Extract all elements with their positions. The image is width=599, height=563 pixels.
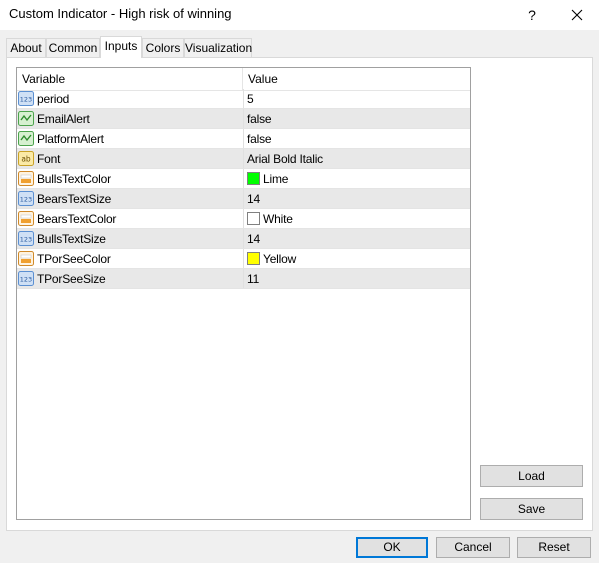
- tab-about[interactable]: About: [6, 38, 46, 57]
- color-swatch: [247, 172, 260, 185]
- value-cell[interactable]: White: [243, 209, 470, 228]
- variable-value: Lime: [263, 172, 289, 186]
- grid-header: Variable Value: [17, 68, 470, 91]
- help-button[interactable]: ?: [510, 2, 554, 28]
- table-row[interactable]: BullsTextColor Lime: [17, 169, 470, 189]
- color-icon: [18, 211, 34, 226]
- variable-cell[interactable]: 123 TPorSeeSize: [17, 269, 242, 288]
- window-title: Custom Indicator - High risk of winning: [9, 6, 232, 21]
- variable-name: BullsTextSize: [37, 232, 106, 246]
- table-row[interactable]: BearsTextColor White: [17, 209, 470, 229]
- variable-name: PlatformAlert: [37, 132, 104, 146]
- int-icon: 123: [18, 91, 34, 106]
- svg-text:ab: ab: [21, 155, 31, 164]
- save-button[interactable]: Save: [480, 498, 583, 520]
- variable-value: Arial Bold Italic: [247, 152, 323, 166]
- variable-cell[interactable]: TPorSeeColor: [17, 249, 242, 268]
- string-icon: ab: [18, 151, 34, 166]
- int-icon: 123: [18, 191, 34, 206]
- color-icon: [18, 171, 34, 186]
- variable-cell[interactable]: ab Font: [17, 149, 242, 168]
- close-button[interactable]: [555, 2, 599, 28]
- tab-common[interactable]: Common: [46, 38, 100, 57]
- variable-name: BullsTextColor: [37, 172, 111, 186]
- value-cell[interactable]: Yellow: [243, 249, 470, 268]
- value-cell[interactable]: 14: [243, 229, 470, 248]
- table-row[interactable]: 123 period 5: [17, 89, 470, 109]
- variable-name: period: [37, 92, 70, 106]
- variable-name: EmailAlert: [37, 112, 90, 126]
- bool-icon: [18, 131, 34, 146]
- load-button[interactable]: Load: [480, 465, 583, 487]
- svg-text:123: 123: [20, 196, 32, 204]
- svg-text:123: 123: [20, 96, 32, 104]
- int-icon: 123: [18, 231, 34, 246]
- variable-value: 11: [247, 272, 260, 286]
- svg-text:123: 123: [20, 276, 32, 284]
- color-icon: [18, 251, 34, 266]
- value-cell[interactable]: false: [243, 109, 470, 128]
- variable-cell[interactable]: PlatformAlert: [17, 129, 242, 148]
- variable-cell[interactable]: BearsTextColor: [17, 209, 242, 228]
- svg-text:123: 123: [20, 236, 32, 244]
- variable-cell[interactable]: 123 period: [17, 89, 242, 108]
- variable-cell[interactable]: 123 BearsTextSize: [17, 189, 242, 208]
- variable-value: 5: [247, 92, 254, 106]
- variable-name: TPorSeeSize: [37, 272, 106, 286]
- variable-name: BearsTextColor: [37, 212, 117, 226]
- tab-colors[interactable]: Colors: [142, 38, 184, 57]
- color-swatch: [247, 212, 260, 225]
- variable-cell[interactable]: 123 BullsTextSize: [17, 229, 242, 248]
- inputs-grid: Variable Value 123 period 5 EmailAlert false…: [16, 67, 471, 520]
- table-row[interactable]: TPorSeeColor Yellow: [17, 249, 470, 269]
- column-header-variable[interactable]: Variable: [22, 72, 65, 86]
- close-icon: [571, 9, 583, 21]
- value-cell[interactable]: Arial Bold Italic: [243, 149, 470, 168]
- variable-cell[interactable]: EmailAlert: [17, 109, 242, 128]
- variable-value: false: [247, 112, 272, 126]
- variable-value: 14: [247, 192, 260, 206]
- variable-name: BearsTextSize: [37, 192, 112, 206]
- table-row[interactable]: PlatformAlert false: [17, 129, 470, 149]
- table-row[interactable]: EmailAlert false: [17, 109, 470, 129]
- column-header-value[interactable]: Value: [248, 72, 278, 86]
- value-cell[interactable]: 14: [243, 189, 470, 208]
- variable-name: Font: [37, 152, 61, 166]
- column-separator[interactable]: [242, 68, 243, 90]
- value-cell[interactable]: 11: [243, 269, 470, 288]
- bool-icon: [18, 111, 34, 126]
- table-row[interactable]: 123 BullsTextSize 14: [17, 229, 470, 249]
- table-row[interactable]: 123 TPorSeeSize 11: [17, 269, 470, 289]
- value-cell[interactable]: Lime: [243, 169, 470, 188]
- int-icon: 123: [18, 271, 34, 286]
- tab-inputs[interactable]: Inputs: [100, 36, 142, 58]
- title-bar: Custom Indicator - High risk of winning …: [0, 0, 599, 30]
- variable-value: 14: [247, 232, 260, 246]
- color-swatch: [247, 252, 260, 265]
- variable-cell[interactable]: BullsTextColor: [17, 169, 242, 188]
- value-cell[interactable]: 5: [243, 89, 470, 108]
- cancel-button[interactable]: Cancel: [436, 537, 510, 558]
- variable-value: White: [263, 212, 293, 226]
- reset-button[interactable]: Reset: [517, 537, 591, 558]
- table-row[interactable]: 123 BearsTextSize 14: [17, 189, 470, 209]
- variable-value: Yellow: [263, 252, 297, 266]
- tab-visualization[interactable]: Visualization: [184, 38, 252, 57]
- ok-button[interactable]: OK: [356, 537, 428, 558]
- table-row[interactable]: ab Font Arial Bold Italic: [17, 149, 470, 169]
- value-cell[interactable]: false: [243, 129, 470, 148]
- variable-value: false: [247, 132, 272, 146]
- variable-name: TPorSeeColor: [37, 252, 111, 266]
